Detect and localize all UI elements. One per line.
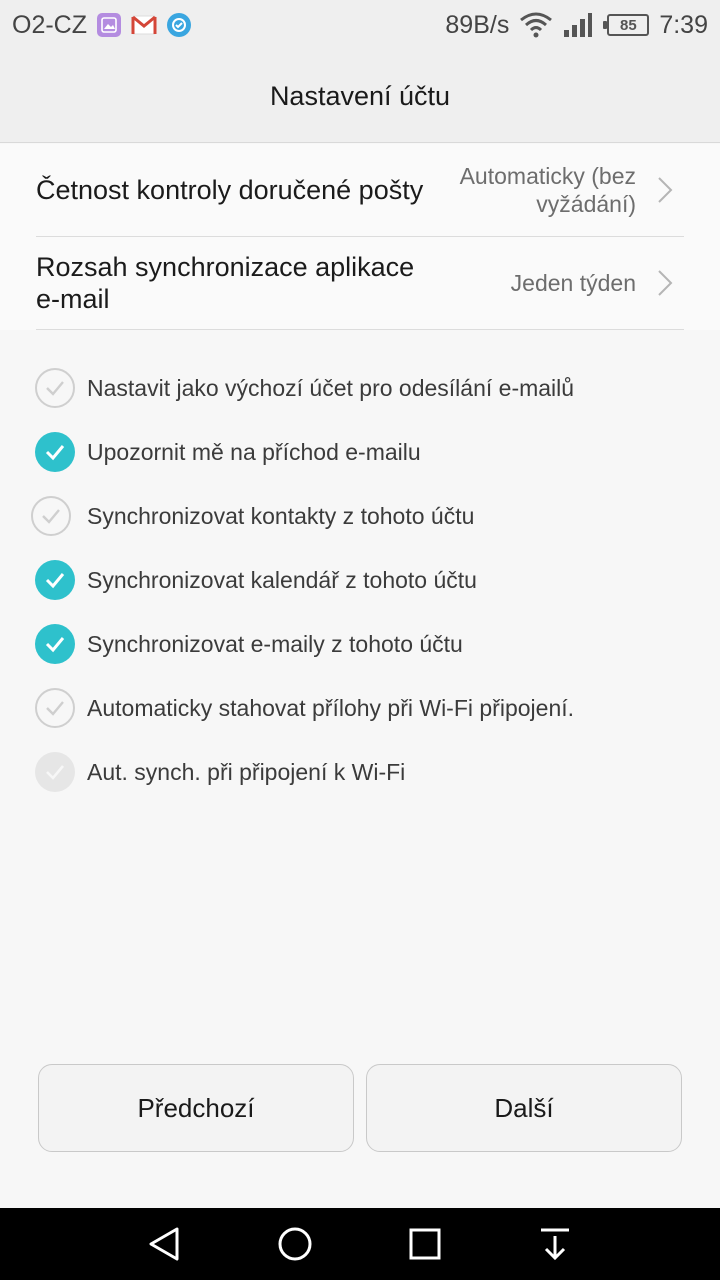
setting-row-sync-range[interactable]: Rozsah synchronizace aplikace e-mail Jed… [36, 237, 684, 330]
setting-row-check-frequency[interactable]: Četnost kontroly doručené pošty Automati… [36, 144, 684, 237]
option-notify-email[interactable]: Upozornit mě na příchod e-mailu [0, 420, 720, 484]
recents-icon[interactable] [401, 1220, 449, 1268]
chevron-right-icon [658, 270, 673, 296]
check-icon[interactable] [35, 432, 75, 472]
previous-button-label: Předchozí [137, 1092, 255, 1123]
setting-label: Rozsah synchronizace aplikace e-mail [36, 252, 415, 314]
option-label: Synchronizovat e-maily z tohoto účtu [87, 630, 463, 657]
back-icon[interactable] [141, 1220, 189, 1268]
signal-icon [564, 13, 593, 37]
check-icon[interactable] [35, 560, 75, 600]
settings-list: Četnost kontroly doručené pošty Automati… [0, 144, 720, 330]
option-label: Aut. synch. při připojení k Wi-Fi [87, 758, 406, 785]
option-sync-emails[interactable]: Synchronizovat e-maily z tohoto účtu [0, 612, 720, 676]
option-label: Nastavit jako výchozí účet pro odesílání… [87, 374, 575, 401]
notification-pull-icon[interactable] [531, 1220, 579, 1268]
chevron-right-icon [658, 177, 673, 203]
option-auto-download-attachments[interactable]: Automaticky stahovat přílohy při Wi-Fi p… [0, 676, 720, 740]
options-list: Nastavit jako výchozí účet pro odesílání… [0, 356, 720, 804]
option-label: Synchronizovat kontakty z tohoto účtu [87, 502, 475, 529]
option-sync-calendar[interactable]: Synchronizovat kalendář z tohoto účtu [0, 548, 720, 612]
title-bar: Nastavení účtu [0, 50, 720, 143]
option-sync-contacts[interactable]: Synchronizovat kontakty z tohoto účtu [0, 484, 720, 548]
gmail-icon [131, 15, 157, 35]
check-icon[interactable] [35, 368, 75, 408]
previous-button[interactable]: Předchozí [38, 1064, 354, 1152]
option-label: Synchronizovat kalendář z tohoto účtu [87, 566, 477, 593]
navigation-bar [0, 1208, 720, 1280]
wifi-icon [520, 12, 553, 38]
option-auto-sync-wifi: Aut. synch. při připojení k Wi-Fi [0, 740, 720, 804]
app-icon [167, 13, 191, 37]
setting-value: Jeden týden [510, 270, 636, 296]
setting-label: Četnost kontroly doručené pošty [36, 175, 424, 205]
setting-value: Automaticky (bez vyžádání) [459, 163, 636, 217]
check-icon [35, 752, 75, 792]
next-button-label: Další [494, 1092, 554, 1123]
check-icon[interactable] [35, 624, 75, 664]
status-right: 89B/s 85 7:39 [445, 11, 708, 40]
check-icon[interactable] [35, 688, 75, 728]
option-label: Automaticky stahovat přílohy při Wi-Fi p… [87, 694, 575, 721]
next-button[interactable]: Další [366, 1064, 682, 1152]
clock: 7:39 [659, 10, 708, 39]
carrier-label: O2-CZ [12, 10, 87, 39]
option-default-account[interactable]: Nastavit jako výchozí účet pro odesílání… [0, 356, 720, 420]
net-speed-label: 89B/s [445, 10, 510, 39]
check-icon[interactable] [31, 496, 71, 536]
battery-icon: 85 [603, 14, 650, 36]
battery-level: 85 [619, 16, 637, 34]
status-bar: O2-CZ 89B/s 85 7:39 [0, 0, 720, 50]
gallery-icon [97, 13, 121, 37]
page-title: Nastavení účtu [269, 80, 451, 111]
status-left: O2-CZ [12, 11, 191, 40]
home-icon[interactable] [271, 1220, 319, 1268]
option-label: Upozornit mě na příchod e-mailu [87, 438, 421, 465]
